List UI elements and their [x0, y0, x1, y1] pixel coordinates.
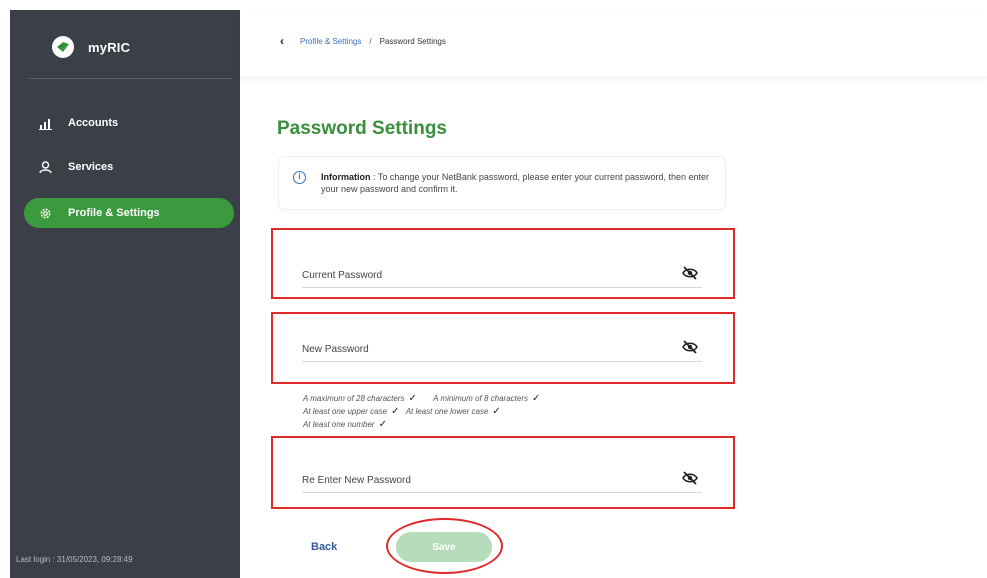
- password-rules: A maximum of 28 characters ✓ A minimum of…: [303, 392, 554, 431]
- app-frame: myRIC Accounts Services Profile & Settin…: [0, 0, 987, 578]
- reenter-password-label: Re Enter New Password: [302, 475, 411, 486]
- info-label: Information: [321, 172, 371, 182]
- brand-name: myRIC: [88, 39, 131, 55]
- rules-row: A maximum of 28 characters ✓ A minimum of…: [303, 392, 554, 405]
- rule-text: A maximum of 28 characters: [303, 394, 405, 403]
- services-icon: [38, 160, 52, 174]
- rule-item: At least one number ✓: [303, 418, 387, 431]
- leaf-logo-icon: [52, 36, 74, 58]
- top-bar: ‹ Profile & Settings / Password Settings: [240, 10, 987, 76]
- new-password-field[interactable]: New Password: [302, 340, 702, 362]
- eye-slash-icon[interactable]: [682, 471, 698, 485]
- brand[interactable]: myRIC: [52, 36, 130, 58]
- rule-text: A minimum of 8 characters: [433, 394, 528, 403]
- check-icon: ✓: [531, 393, 541, 404]
- eye-slash-icon[interactable]: [682, 340, 698, 354]
- back-button[interactable]: Back: [311, 541, 337, 553]
- check-icon: ✓: [408, 393, 417, 404]
- sidebar-item-label: Services: [68, 161, 114, 173]
- info-text: Information : To change your NetBank pas…: [321, 171, 716, 195]
- gear-icon: [38, 206, 52, 220]
- sidebar-item-profile-settings[interactable]: Profile & Settings: [24, 198, 234, 228]
- page-title: Password Settings: [277, 118, 447, 139]
- rules-row: At least one number ✓: [303, 418, 554, 431]
- rule-item: At least one upper case ✓: [303, 405, 399, 418]
- info-box: i Information : To change your NetBank p…: [278, 156, 726, 210]
- breadcrumb: ‹ Profile & Settings / Password Settings: [280, 34, 446, 48]
- brand-divider: [28, 78, 232, 79]
- check-icon: ✓: [492, 406, 501, 417]
- sidebar-item-label: Accounts: [68, 117, 119, 129]
- highlight-current-password: [271, 228, 735, 299]
- sidebar-item-accounts[interactable]: Accounts: [24, 108, 234, 138]
- rule-item: A maximum of 28 characters ✓: [303, 392, 417, 405]
- last-login-text: Last login : 31/05/2023, 09:28:49: [16, 555, 133, 564]
- rule-item: At least one lower case ✓: [406, 405, 501, 418]
- rule-text: At least one number: [303, 420, 375, 429]
- highlight-save-button: [386, 518, 503, 574]
- current-password-field[interactable]: Current Password: [302, 266, 702, 288]
- new-password-label: New Password: [302, 344, 369, 355]
- rule-text: At least one lower case: [405, 407, 489, 416]
- reenter-password-field[interactable]: Re Enter New Password: [302, 471, 702, 493]
- info-icon: i: [293, 171, 306, 184]
- breadcrumb-current: Password Settings: [379, 36, 446, 46]
- eye-slash-icon[interactable]: [682, 266, 698, 280]
- breadcrumb-link-profile-settings[interactable]: Profile & Settings: [300, 37, 361, 46]
- rules-row: At least one upper case ✓ At least one lo…: [303, 405, 554, 418]
- sidebar-item-label: Profile & Settings: [68, 207, 160, 219]
- sidebar: myRIC Accounts Services Profile & Settin…: [10, 10, 240, 578]
- accounts-icon: [38, 116, 52, 130]
- info-message: : To change your NetBank password, pleas…: [321, 172, 710, 194]
- breadcrumb-separator: /: [369, 36, 372, 46]
- rule-text: At least one upper case: [303, 407, 388, 416]
- check-icon: ✓: [391, 406, 400, 417]
- chevron-left-icon[interactable]: ‹: [280, 34, 284, 48]
- sidebar-item-services[interactable]: Services: [24, 152, 234, 182]
- current-password-label: Current Password: [302, 270, 383, 281]
- check-icon: ✓: [378, 419, 387, 430]
- rule-item: A minimum of 8 characters ✓: [433, 392, 540, 405]
